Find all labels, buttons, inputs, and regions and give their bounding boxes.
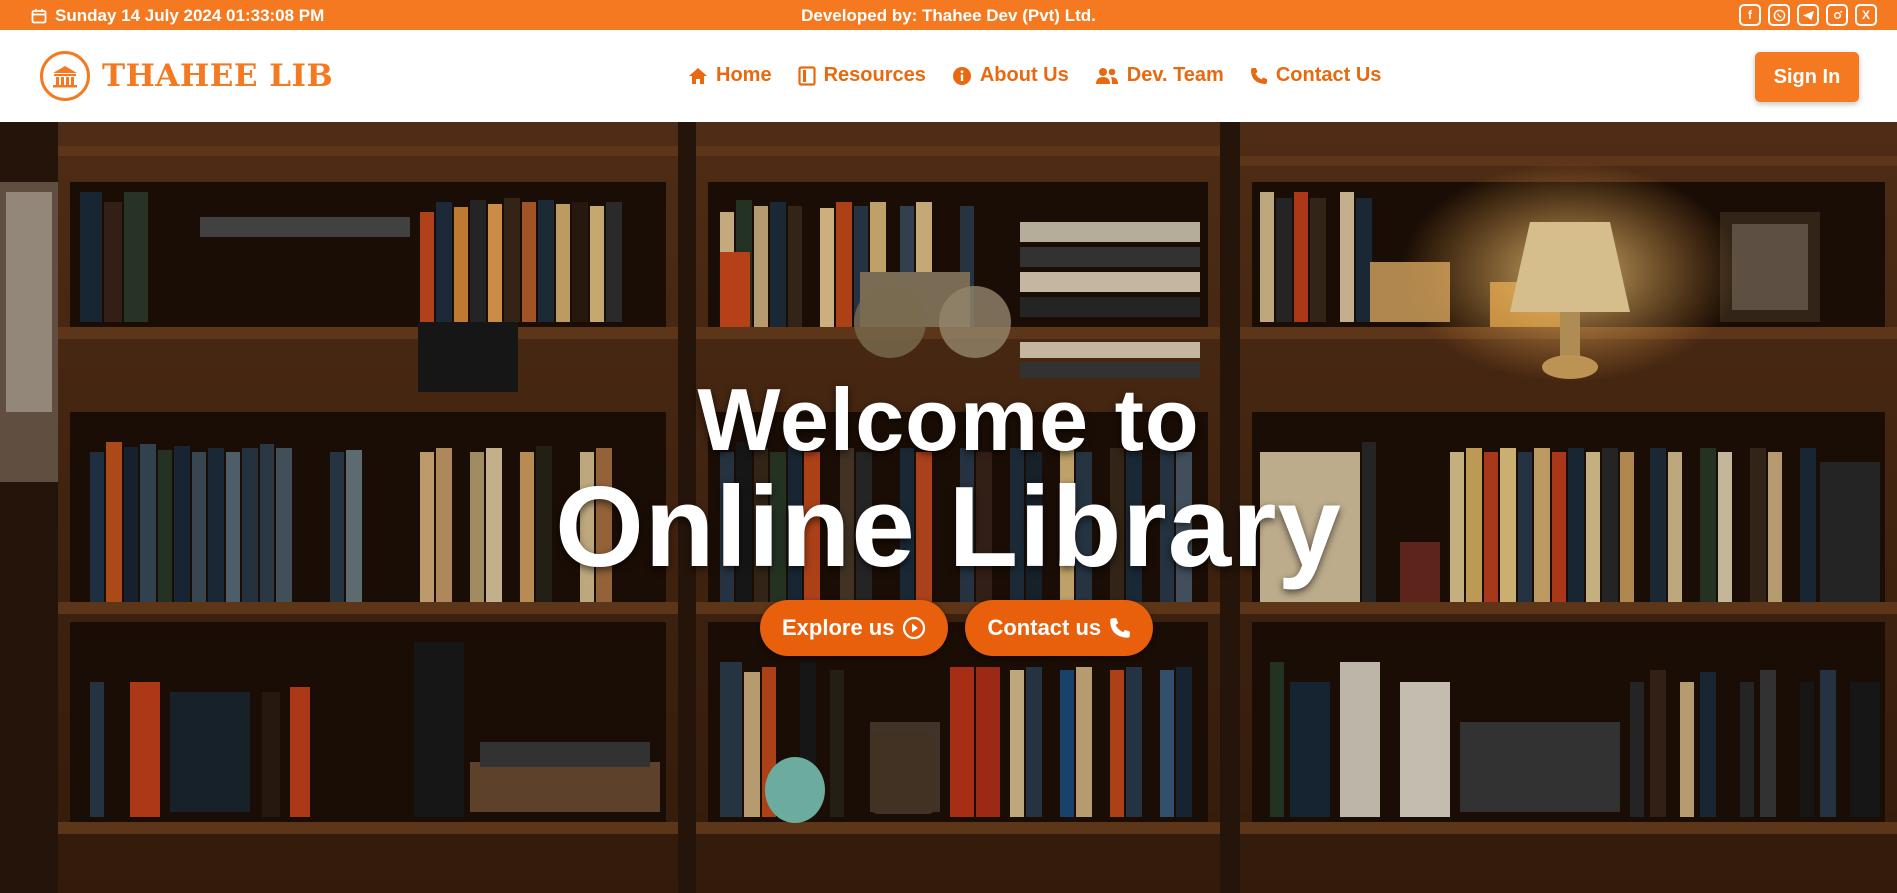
- nav-item-resources[interactable]: Resources: [797, 64, 926, 87]
- main-navbar: THAHEE LIB Home Resources About Us Dev. …: [0, 30, 1897, 122]
- hero-buttons: Explore us Contact us: [760, 600, 1154, 656]
- book-icon: [797, 65, 816, 86]
- explore-us-label: Explore us: [782, 615, 895, 640]
- nav-item-label: Home: [716, 64, 772, 86]
- nav-item-label: Resources: [823, 64, 926, 86]
- hero-title-line1: Welcome to: [697, 370, 1200, 469]
- play-circle-icon: [903, 616, 926, 640]
- sign-in-button[interactable]: Sign In: [1755, 52, 1859, 102]
- info-icon: [952, 66, 971, 85]
- telegram-icon[interactable]: [1797, 4, 1819, 26]
- nav-item-label: Contact Us: [1275, 64, 1382, 86]
- developer-credit: Developed by: Thahee Dev (Pvt) Ltd.: [801, 6, 1096, 25]
- top-bar: Sunday 14 July 2024 01:33:08 PM Develope…: [0, 0, 1897, 30]
- nav-item-contact[interactable]: Contact Us: [1250, 64, 1382, 87]
- contact-us-button[interactable]: Contact us: [965, 600, 1154, 656]
- logo-text: THAHEE LIB: [102, 58, 334, 94]
- facebook-icon[interactable]: f: [1739, 4, 1761, 26]
- nav-menu: Home Resources About Us Dev. Team Contac…: [688, 64, 1381, 87]
- nav-item-about[interactable]: About Us: [952, 64, 1069, 87]
- social-links: f X: [1739, 4, 1877, 26]
- contact-us-label: Contact us: [987, 615, 1102, 640]
- instagram-icon[interactable]: [1826, 4, 1848, 26]
- phone-icon: [1110, 618, 1130, 638]
- nav-item-label: Dev. Team: [1126, 64, 1224, 86]
- users-icon: [1095, 67, 1118, 84]
- home-icon: [689, 67, 707, 84]
- explore-us-button[interactable]: Explore us: [760, 600, 949, 656]
- whatsapp-icon[interactable]: [1768, 4, 1790, 26]
- nav-item-home[interactable]: Home: [688, 64, 772, 87]
- nav-item-label: About Us: [979, 64, 1069, 86]
- site-logo[interactable]: THAHEE LIB: [40, 51, 333, 101]
- library-logo-icon: [40, 51, 90, 101]
- hero-title-line2: Online Library: [555, 464, 1342, 591]
- x-icon[interactable]: X: [1855, 4, 1877, 26]
- nav-item-dev-team[interactable]: Dev. Team: [1095, 64, 1224, 87]
- hero-section: Welcome to Online Library Explore us Con…: [0, 122, 1897, 893]
- phone-icon: [1250, 67, 1267, 84]
